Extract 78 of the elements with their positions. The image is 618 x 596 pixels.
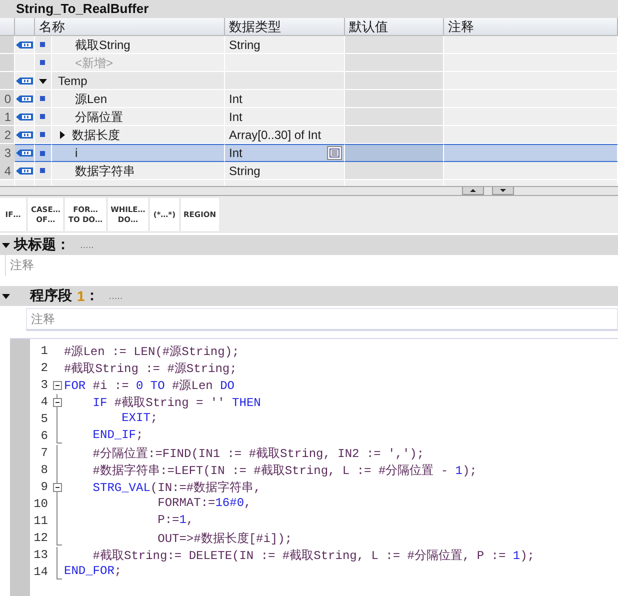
row-number: 1: [4, 108, 11, 126]
row-number: 3: [4, 145, 11, 162]
square-icon: [40, 60, 45, 65]
block-title: String_To_RealBuffer: [0, 0, 618, 18]
tag-icon: [15, 148, 34, 158]
data-type: Int: [229, 145, 242, 162]
comment-field[interactable]: 注释: [26, 308, 618, 331]
code-line: OUT=>#数据长度[#i]);: [156, 531, 294, 547]
line-number: 11: [32, 513, 48, 530]
code-line: #分隔位置:=FIND(IN1 := #截取String, IN2 := ',');: [92, 446, 426, 462]
section-name: Temp: [57, 72, 88, 90]
line-number: 8: [40, 462, 48, 479]
scrollbar[interactable]: [0, 186, 618, 196]
line-number: 4: [40, 394, 48, 411]
line-number: 5: [40, 411, 48, 428]
line-number: 10: [32, 496, 48, 513]
square-icon: [40, 42, 45, 47]
variable-name: 源Len: [74, 90, 108, 108]
code-line: #截取String := #源String;: [64, 361, 238, 377]
line-number: 13: [32, 547, 48, 564]
scroll-up-button[interactable]: [462, 187, 484, 195]
variable-name: 截取String: [74, 36, 130, 54]
code-line: EXIT;: [120, 411, 159, 427]
table-cell: [0, 54, 15, 72]
line-number: 14: [32, 564, 48, 581]
code-line: P:=1,: [156, 513, 195, 529]
line-number: 2: [40, 360, 48, 377]
data-type: Int: [229, 90, 242, 108]
code-line: FORMAT:=16#0,: [156, 496, 252, 512]
code-line: IF #截取String = '' THEN: [92, 395, 262, 411]
data-type: Array[0..30] of Int: [229, 126, 322, 144]
up-arrow-icon: [470, 188, 476, 193]
comment-field[interactable]: 注释: [5, 255, 618, 276]
line-number: 7: [40, 445, 48, 462]
column-header[interactable]: 名称: [35, 18, 225, 36]
block-title-label: 块标题：: [14, 236, 70, 254]
variable-name: 数据字符串: [74, 162, 135, 180]
list-icon[interactable]: [327, 146, 342, 160]
code-line: END_FOR;: [64, 564, 123, 580]
code-line: FOR #i := 0 TO #源Len DO: [64, 378, 236, 394]
network-title: 程序段: [30, 287, 72, 305]
code-line: END_IF;: [92, 428, 144, 444]
square-icon: [40, 132, 45, 137]
row-number: 0: [4, 90, 11, 108]
down-arrow-icon: [500, 188, 506, 193]
colon: ：: [84, 287, 99, 305]
scroll-down-button[interactable]: [492, 187, 514, 195]
square-icon: [40, 114, 45, 119]
expand-arrow-icon[interactable]: [39, 76, 47, 84]
code-line: #源Len := LEN(#源String);: [64, 344, 240, 360]
data-type: String: [229, 162, 260, 180]
row-number: 4: [4, 162, 11, 180]
variable-name: i: [74, 145, 78, 162]
collapse-arrow-icon[interactable]: [2, 241, 10, 249]
line-number: 1: [40, 343, 48, 360]
expand-arrow-icon[interactable]: [58, 130, 66, 138]
column-header[interactable]: 数据类型: [225, 18, 345, 36]
fold-icon[interactable]: [52, 479, 63, 496]
column-header[interactable]: 默认值: [345, 18, 444, 36]
code-line: #数据字符串:=LEFT(IN := #截取String, L := #分隔位置 - 1);: [92, 462, 478, 479]
line-number: 6: [40, 428, 48, 445]
variable-name: 数据长度: [72, 126, 120, 144]
code-line: #截取String:= DELETE(IN := #截取String, L := #分隔位置, P := 1);: [92, 548, 534, 564]
line-number: 12: [32, 530, 48, 547]
code-line: STRG_VAL(IN:=#数据字符串,: [92, 480, 262, 496]
square-icon: [40, 96, 45, 101]
square-icon: [40, 168, 45, 173]
data-type: String: [229, 36, 260, 54]
network-number: 1: [77, 288, 85, 304]
line-number: 9: [40, 479, 48, 496]
square-icon: [40, 150, 45, 156]
row-number: 2: [4, 126, 11, 144]
column-header[interactable]: 注释: [444, 18, 618, 36]
collapse-arrow-icon[interactable]: [2, 292, 10, 300]
fold-icon[interactable]: [52, 394, 63, 411]
line-number: 3: [40, 377, 48, 394]
data-type: Int: [229, 108, 242, 126]
variable-name: 分隔位置: [74, 108, 123, 126]
